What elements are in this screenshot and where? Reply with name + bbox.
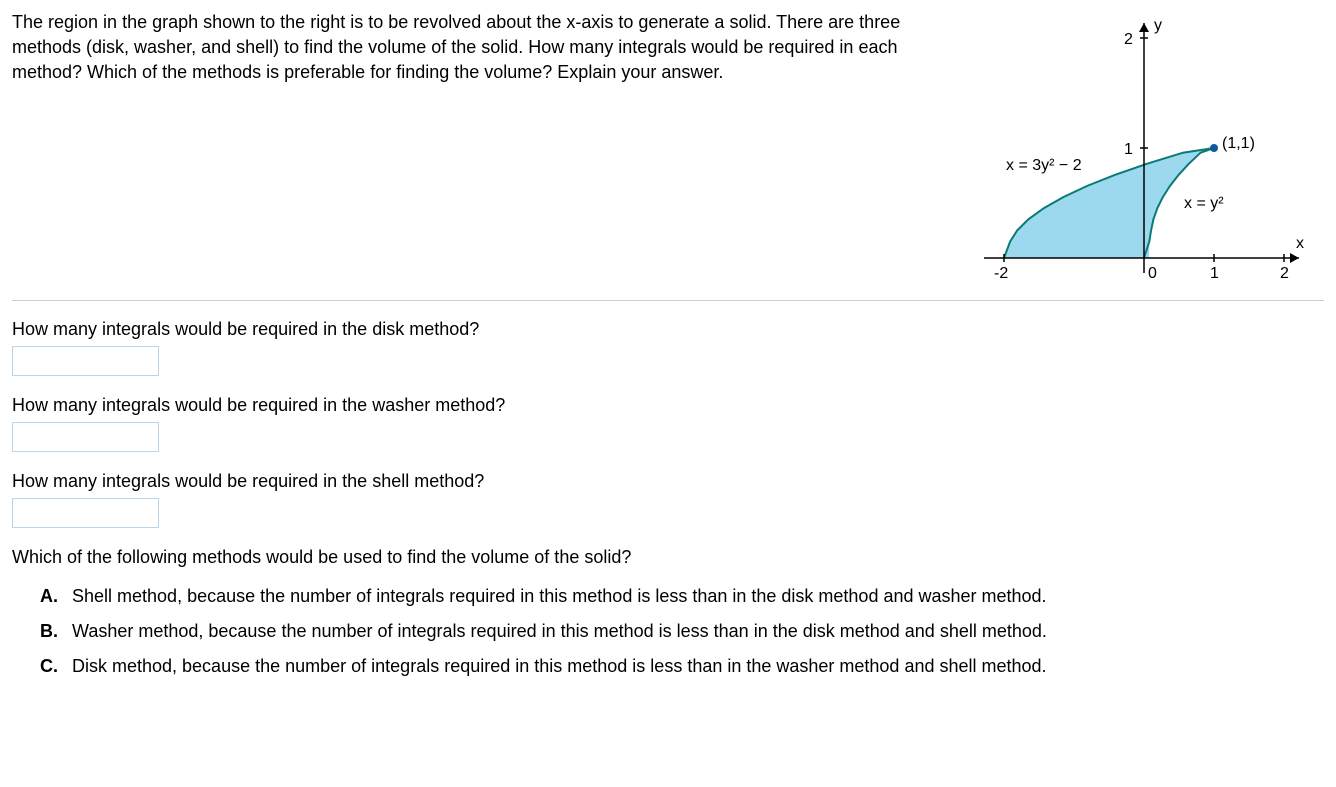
tick-label-x1: 1 <box>1210 265 1219 282</box>
question-shell-text: How many integrals would be required in … <box>12 471 1324 492</box>
tick-label-x0: 0 <box>1148 265 1157 282</box>
y-axis-label: y <box>1154 17 1162 34</box>
question-method-text: Which of the following methods would be … <box>12 547 1324 568</box>
option-b-text: Washer method, because the number of int… <box>72 621 1047 642</box>
problem-statement: The region in the graph shown to the rig… <box>12 8 944 86</box>
point-label: (1,1) <box>1222 135 1255 152</box>
option-c-text: Disk method, because the number of integ… <box>72 656 1047 677</box>
options-list: A. Shell method, because the number of i… <box>12 586 1324 677</box>
question-shell: How many integrals would be required in … <box>12 471 1324 533</box>
shell-input[interactable] <box>12 498 159 528</box>
question-disk: How many integrals would be required in … <box>12 319 1324 381</box>
option-b-letter: B. <box>40 621 60 642</box>
option-c[interactable]: C. Disk method, because the number of in… <box>40 656 1324 677</box>
section-divider <box>12 300 1324 301</box>
question-washer: How many integrals would be required in … <box>12 395 1324 457</box>
curve1-label: x = 3y² − 2 <box>1006 157 1082 174</box>
curve2-label: x = y² <box>1184 195 1224 212</box>
x-axis-label: x <box>1296 235 1304 252</box>
x-axis-arrow <box>1290 253 1299 263</box>
top-section: The region in the graph shown to the rig… <box>12 8 1324 288</box>
disk-input[interactable] <box>12 346 159 376</box>
option-c-letter: C. <box>40 656 60 677</box>
option-a-letter: A. <box>40 586 60 607</box>
tick-label-x2: 2 <box>1280 265 1289 282</box>
question-washer-text: How many integrals would be required in … <box>12 395 1324 416</box>
y-axis-arrow <box>1139 23 1149 32</box>
question-disk-text: How many integrals would be required in … <box>12 319 1324 340</box>
question-method: Which of the following methods would be … <box>12 547 1324 677</box>
washer-input[interactable] <box>12 422 159 452</box>
point-1-1 <box>1210 144 1218 152</box>
tick-label-y1: 1 <box>1124 141 1133 158</box>
tick-label-y2: 2 <box>1124 31 1133 48</box>
option-a[interactable]: A. Shell method, because the number of i… <box>40 586 1324 607</box>
tick-label-xm2: -2 <box>994 265 1008 282</box>
option-a-text: Shell method, because the number of inte… <box>72 586 1047 607</box>
figure-graph: y x 2 1 -2 0 1 2 (1,1) x = 3y² − 2 x = y… <box>964 8 1324 288</box>
option-b[interactable]: B. Washer method, because the number of … <box>40 621 1324 642</box>
